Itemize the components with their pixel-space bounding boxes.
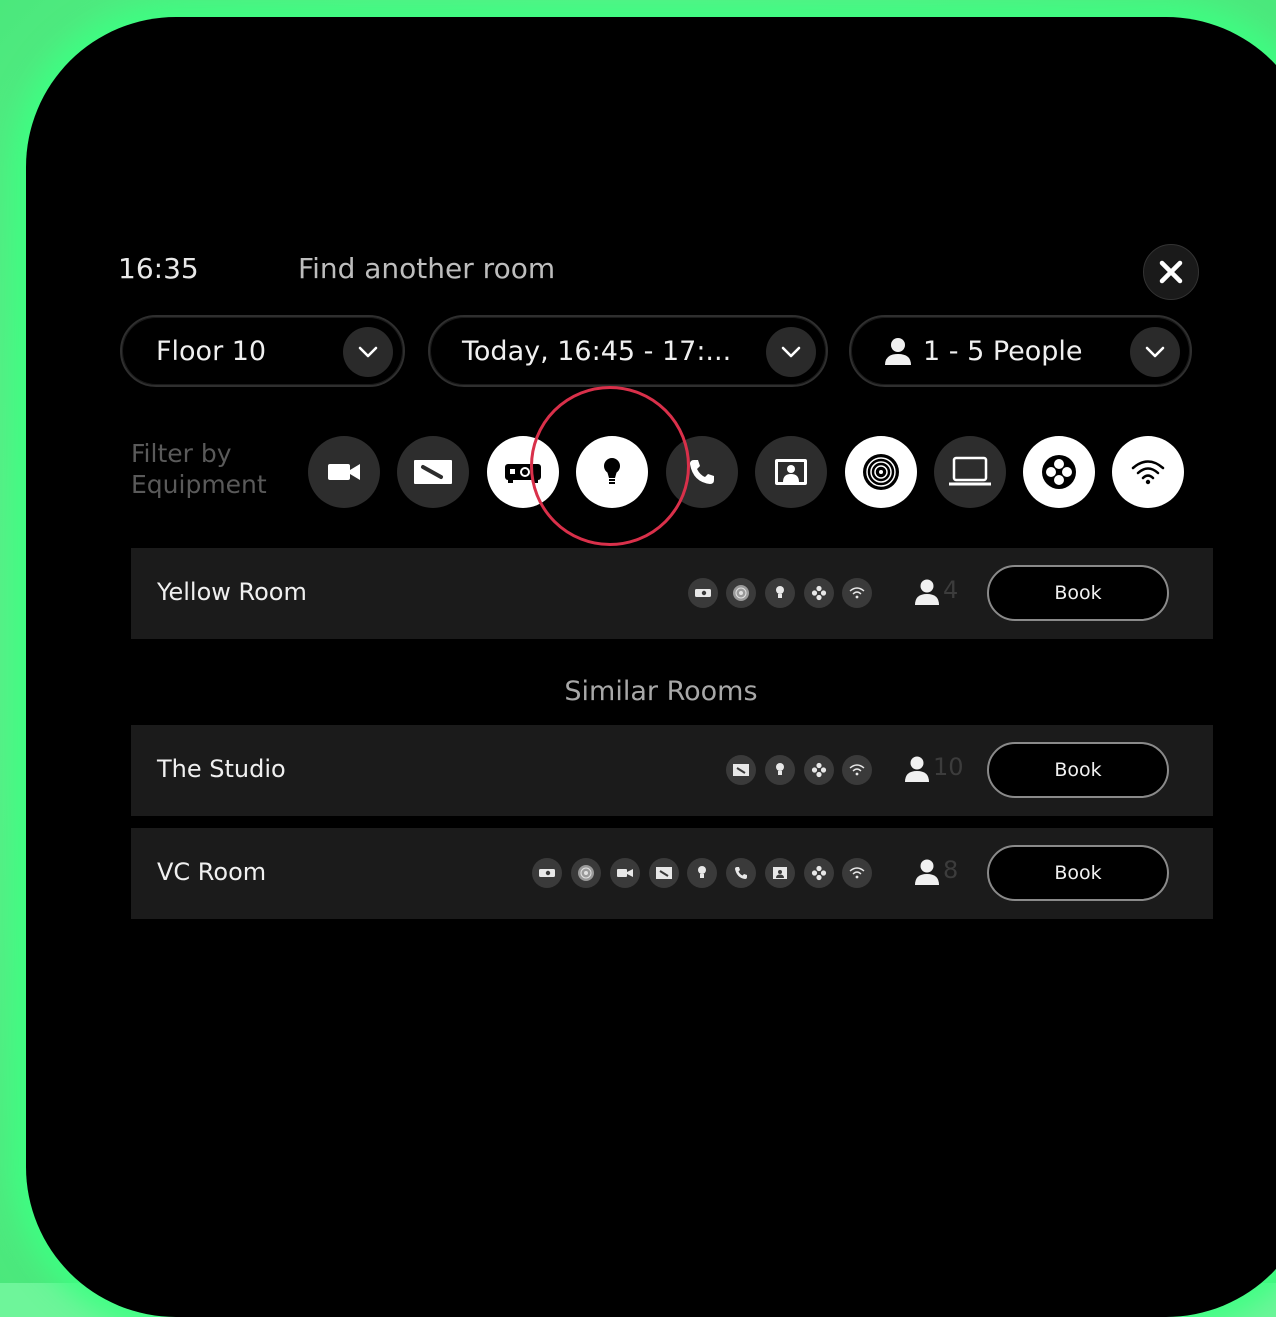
person-icon — [915, 579, 939, 605]
person-icon — [905, 756, 929, 782]
presenter-screen-icon — [775, 459, 807, 485]
whiteboard-icon — [649, 858, 679, 888]
projector-icon — [688, 578, 718, 608]
filter-fan[interactable] — [1023, 436, 1095, 508]
fan-icon — [804, 755, 834, 785]
room-name: VC Room — [157, 858, 267, 886]
filter-presenter-screen[interactable] — [755, 436, 827, 508]
presenter-screen-icon — [765, 858, 795, 888]
close-button[interactable] — [1143, 244, 1199, 300]
whiteboard-icon — [414, 460, 452, 484]
lightbulb-icon — [765, 755, 795, 785]
room-row-yellow-room[interactable]: Yellow Room 4 Book — [131, 548, 1213, 639]
wifi-icon — [1131, 460, 1165, 485]
phone-icon — [726, 858, 756, 888]
projector-icon — [532, 858, 562, 888]
lightbulb-icon — [765, 578, 795, 608]
chevron-down-icon — [766, 327, 816, 377]
laptop-icon — [949, 456, 991, 486]
room-row-vc-room[interactable]: VC Room 8 Book — [131, 828, 1213, 919]
filter-projector[interactable] — [487, 436, 559, 508]
person-icon — [883, 336, 913, 366]
filter-lighting[interactable] — [576, 436, 648, 508]
page-title: Find another room — [298, 252, 556, 285]
book-button[interactable]: Book — [987, 845, 1169, 901]
room-capacity: 4 — [943, 576, 959, 604]
floor-dropdown-label: Floor 10 — [156, 335, 267, 367]
projector-icon — [505, 464, 541, 483]
person-icon — [915, 859, 939, 885]
floor-dropdown[interactable]: Floor 10 — [120, 315, 405, 387]
filter-phone[interactable] — [666, 436, 738, 508]
filter-video-camera[interactable] — [308, 436, 380, 508]
room-finder-panel — [26, 17, 1276, 1317]
fan-icon — [804, 858, 834, 888]
whiteboard-icon — [726, 755, 756, 785]
wifi-icon — [842, 578, 872, 608]
wifi-icon — [842, 858, 872, 888]
fan-icon — [804, 578, 834, 608]
room-name: The Studio — [157, 755, 286, 783]
video-camera-icon — [610, 858, 640, 888]
people-dropdown[interactable]: 1 - 5 People — [849, 315, 1192, 387]
time-range-dropdown-label: Today, 16:45 - 17:... — [462, 335, 732, 367]
phone-icon — [690, 460, 714, 484]
room-name: Yellow Room — [157, 578, 307, 606]
speaker-icon — [863, 454, 899, 490]
equipment-filter-label-line1: Filter by — [131, 439, 232, 468]
clock-time: 16:35 — [118, 252, 199, 285]
time-range-dropdown[interactable]: Today, 16:45 - 17:... — [428, 315, 828, 387]
similar-rooms-heading: Similar Rooms — [564, 676, 758, 707]
book-button[interactable]: Book — [987, 565, 1169, 621]
lightbulb-icon — [604, 458, 620, 484]
room-capacity: 10 — [933, 753, 964, 781]
fan-icon — [1042, 455, 1076, 489]
filter-whiteboard[interactable] — [397, 436, 469, 508]
equipment-filter-label-line2: Equipment — [131, 470, 267, 499]
video-camera-icon — [328, 464, 360, 480]
room-capacity: 8 — [943, 856, 959, 884]
close-icon — [1159, 260, 1183, 284]
filter-wifi[interactable] — [1112, 436, 1184, 508]
equipment-filter-label: Filter by Equipment — [131, 438, 267, 500]
speaker-icon — [571, 858, 601, 888]
wifi-icon — [842, 755, 872, 785]
filter-laptop[interactable] — [934, 436, 1006, 508]
filter-speaker[interactable] — [845, 436, 917, 508]
lightbulb-icon — [687, 858, 717, 888]
chevron-down-icon — [1130, 327, 1180, 377]
people-dropdown-label: 1 - 5 People — [923, 335, 1083, 367]
room-row-the-studio[interactable]: The Studio 10 Book — [131, 725, 1213, 816]
speaker-icon — [726, 578, 756, 608]
book-button[interactable]: Book — [987, 742, 1169, 798]
chevron-down-icon — [343, 327, 393, 377]
